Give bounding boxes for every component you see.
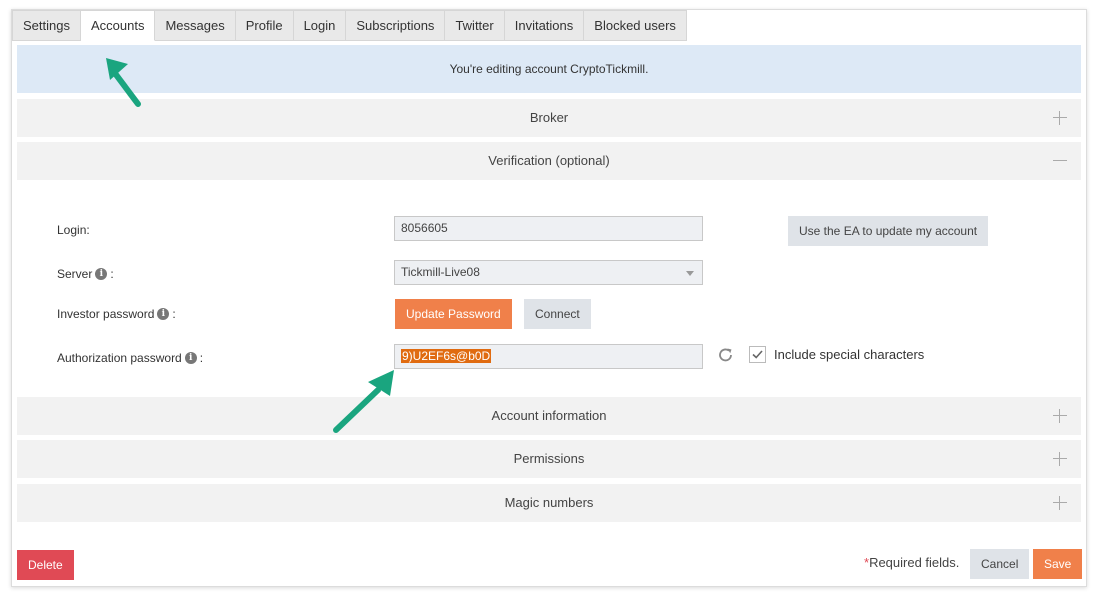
section-magic-numbers-label: Magic numbers: [504, 495, 594, 510]
tab-invitations[interactable]: Invitations: [504, 10, 585, 41]
delete-button[interactable]: Delete: [17, 550, 74, 580]
info-icon[interactable]: i: [95, 268, 108, 280]
connect-button[interactable]: Connect: [524, 299, 591, 329]
checkmark-icon: [752, 350, 763, 359]
editing-account-banner: You're editing account CryptoTickmill.: [17, 45, 1081, 93]
tab-settings[interactable]: Settings: [12, 10, 81, 41]
section-account-information-label: Account information: [491, 408, 607, 423]
section-verification-label: Verification (optional): [488, 153, 610, 168]
chevron-down-icon: [686, 271, 694, 276]
selected-password-text: 9)U2EF6s@b0D: [401, 349, 492, 363]
cancel-button[interactable]: Cancel: [970, 549, 1030, 579]
annotation-arrow: [333, 370, 394, 433]
tab-profile[interactable]: Profile: [235, 10, 294, 41]
refresh-icon[interactable]: [717, 346, 735, 364]
use-ea-button[interactable]: Use the EA to update my account: [788, 216, 989, 246]
section-broker[interactable]: Broker: [17, 99, 1081, 137]
tab-bar: Settings Accounts Messages Profile Login…: [12, 10, 687, 41]
section-permissions[interactable]: Permissions: [17, 440, 1081, 478]
plus-icon: [1053, 397, 1067, 435]
investor-password-label: Investor password i :: [57, 307, 176, 321]
login-label: Login:: [57, 223, 90, 237]
server-label: Server i :: [57, 267, 114, 281]
save-button[interactable]: Save: [1033, 549, 1083, 579]
tab-messages[interactable]: Messages: [155, 10, 236, 41]
section-verification[interactable]: Verification (optional): [17, 142, 1081, 180]
include-special-label: Include special characters: [774, 347, 925, 362]
minus-icon: [1053, 142, 1067, 180]
section-permissions-label: Permissions: [513, 451, 585, 466]
server-select[interactable]: Tickmill-Live08: [394, 260, 703, 285]
info-icon[interactable]: i: [184, 352, 197, 364]
tab-blocked-users[interactable]: Blocked users: [584, 10, 687, 41]
update-password-button[interactable]: Update Password: [395, 299, 512, 329]
login-input[interactable]: 8056605: [394, 216, 703, 241]
info-icon[interactable]: i: [157, 308, 170, 320]
include-special-checkbox[interactable]: [749, 346, 766, 363]
required-fields-note: *Required fields.: [864, 555, 960, 570]
section-account-information[interactable]: Account information: [17, 397, 1081, 435]
annotation-arrow: [106, 58, 141, 107]
tab-login[interactable]: Login: [293, 10, 347, 41]
account-settings-panel: Settings Accounts Messages Profile Login…: [11, 9, 1087, 587]
plus-icon: [1053, 99, 1067, 137]
tab-accounts[interactable]: Accounts: [80, 10, 156, 41]
authorization-password-label: Authorization password i :: [57, 351, 204, 365]
section-magic-numbers[interactable]: Magic numbers: [17, 484, 1081, 522]
tab-twitter[interactable]: Twitter: [445, 10, 505, 41]
plus-icon: [1053, 484, 1067, 522]
section-broker-label: Broker: [529, 110, 569, 125]
tab-subscriptions[interactable]: Subscriptions: [346, 10, 446, 41]
plus-icon: [1053, 440, 1067, 478]
authorization-password-input[interactable]: 9)U2EF6s@b0D: [394, 344, 703, 369]
